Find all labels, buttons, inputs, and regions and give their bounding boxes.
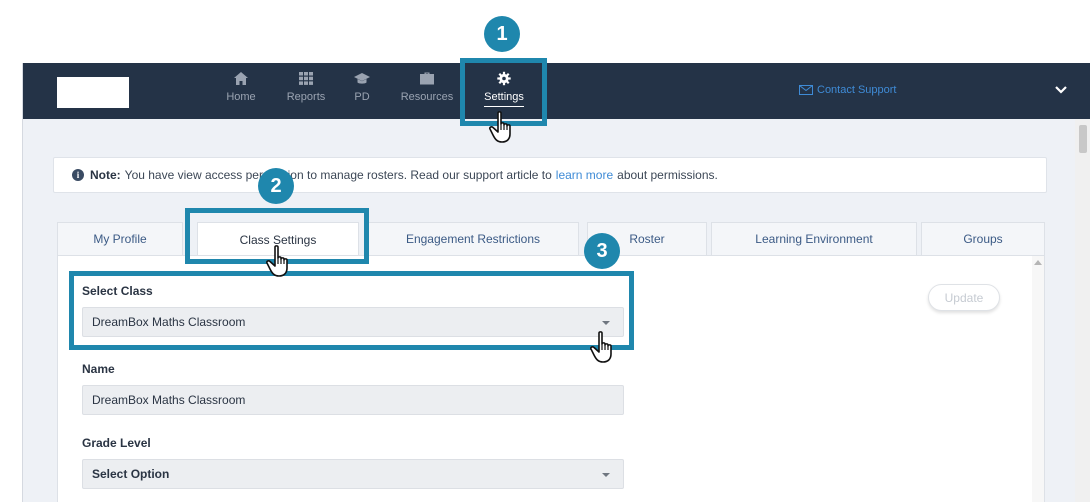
graduation-cap-icon (354, 73, 370, 84)
step-badge-3: 3 (584, 233, 620, 269)
home-icon (234, 72, 248, 85)
nav-item-pd[interactable]: PD (349, 71, 375, 115)
chevron-down-icon[interactable] (1053, 83, 1069, 97)
pointer-hand-icon (265, 245, 288, 277)
tab-engagement-restrictions[interactable]: Engagement Restrictions (367, 222, 579, 255)
nav-label-pd: PD (354, 91, 370, 103)
highlight-select-class (69, 271, 634, 350)
screenshot-stage: Home Reports PD Resources Settings Conta… (0, 0, 1090, 502)
tab-learning-environment[interactable]: Learning Environment (711, 222, 917, 255)
scroll-up-arrow-icon[interactable] (1034, 260, 1042, 265)
tab-my-profile[interactable]: My Profile (57, 222, 183, 255)
briefcase-icon (420, 72, 434, 85)
envelope-icon (799, 85, 813, 95)
scrollbar-thumb[interactable] (1079, 125, 1087, 153)
grade-level-label: Grade Level (82, 436, 151, 450)
caret-down-icon (602, 473, 610, 477)
pointer-hand-icon (589, 331, 612, 363)
info-icon: i (72, 169, 84, 181)
update-button[interactable]: Update (928, 284, 1000, 311)
note-label: Note: (90, 168, 121, 182)
step-badge-2: 2 (258, 168, 294, 204)
nav-label-home: Home (226, 91, 256, 103)
nav-label-reports: Reports (286, 91, 326, 103)
page-scrollbar[interactable] (1075, 119, 1090, 502)
note-text-end: about permissions. (617, 168, 718, 182)
learn-more-link[interactable]: learn more (556, 168, 613, 182)
panel-scrollbar[interactable] (1032, 256, 1044, 502)
name-value: DreamBox Maths Classroom (92, 393, 246, 407)
name-label: Name (82, 362, 115, 376)
contact-support-label: Contact Support (817, 84, 897, 96)
step-badge-1: 1 (484, 16, 520, 52)
contact-support-link[interactable]: Contact Support (799, 84, 897, 96)
note-text: You have view access permission to manag… (124, 168, 552, 182)
logo[interactable] (57, 77, 129, 108)
nav-item-home[interactable]: Home (219, 71, 263, 115)
grade-level-value: Select Option (92, 467, 170, 481)
nav-item-reports[interactable]: Reports (279, 71, 333, 115)
tab-groups[interactable]: Groups (921, 222, 1045, 255)
name-field[interactable]: DreamBox Maths Classroom (82, 385, 624, 415)
nav-label-resources: Resources (400, 91, 454, 103)
pointer-hand-icon (488, 111, 511, 143)
nav-item-resources[interactable]: Resources (395, 71, 459, 115)
grid-icon (299, 72, 313, 85)
top-navigation-bar: Home Reports PD Resources Settings Conta… (23, 63, 1090, 119)
grade-level-dropdown[interactable]: Select Option (82, 459, 624, 489)
note-bar: i Note: You have view access permission … (53, 157, 1047, 193)
